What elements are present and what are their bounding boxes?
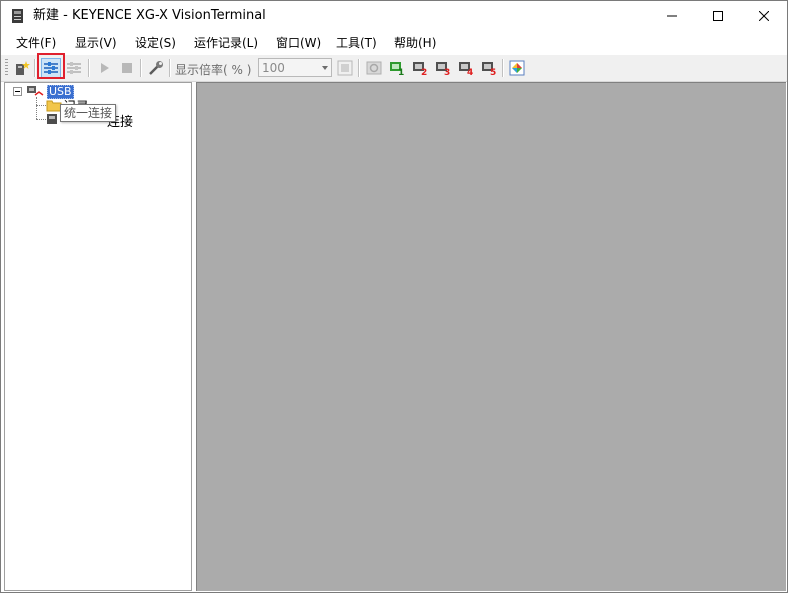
toolbar-separator — [169, 59, 171, 77]
zoom-value: 100 — [262, 61, 285, 75]
menu-tools[interactable]: 工具(T) — [334, 36, 379, 50]
tree-connector — [36, 97, 37, 119]
zoom-label: 显示倍率( % ) — [175, 63, 252, 77]
main-workspace[interactable] — [196, 82, 786, 591]
play-button[interactable] — [94, 58, 114, 78]
svg-text:5: 5 — [490, 68, 496, 76]
tree-expander-collapse[interactable] — [13, 87, 22, 96]
monitor-3-icon: 3 — [436, 62, 450, 76]
maximize-icon — [713, 11, 723, 21]
usb-device-icon — [27, 86, 44, 96]
monitor-1-icon: 1 — [390, 62, 404, 76]
svg-text:3: 3 — [444, 68, 450, 76]
monitor-4-button[interactable]: 4 — [456, 58, 476, 78]
svg-text:2: 2 — [421, 68, 427, 76]
monitor-2-button[interactable]: 2 — [410, 58, 430, 78]
menu-view[interactable]: 显示(V) — [73, 36, 119, 50]
monitor-5-icon: 5 — [482, 62, 496, 76]
svg-text:1: 1 — [398, 68, 404, 76]
highlight-annotation — [37, 53, 65, 79]
title-bar: 新建 - KEYENCE XG-X VisionTerminal — [1, 1, 787, 31]
zoom-select[interactable]: 100 — [258, 58, 332, 77]
refresh-icon — [366, 61, 382, 75]
new-project-icon — [16, 61, 30, 75]
toolbar-separator — [502, 59, 504, 77]
play-icon — [101, 63, 109, 73]
tooltip: 统一连接 — [60, 104, 117, 122]
monitor-4-icon: 4 — [459, 62, 473, 76]
menu-file[interactable]: 文件(F) — [14, 36, 58, 50]
toolbar: 显示倍率( % ) 100 1 2 3 4 5 — [1, 55, 787, 82]
menu-operation-log[interactable]: 运作记录(L) — [192, 36, 260, 50]
unified-disconnect-icon — [67, 62, 81, 74]
color-palette-button[interactable] — [507, 58, 527, 78]
menu-settings[interactable]: 设定(S) — [133, 36, 178, 50]
new-project-button[interactable] — [12, 58, 32, 78]
monitor-2-icon: 2 — [413, 62, 427, 76]
toolbar-separator — [34, 59, 36, 77]
monitor-1-button[interactable]: 1 — [387, 58, 407, 78]
fit-screen-icon — [337, 60, 353, 76]
application-window: 新建 - KEYENCE XG-X VisionTerminal 文件(F) 显… — [0, 0, 788, 593]
stop-button[interactable] — [117, 58, 137, 78]
toolbar-separator — [140, 59, 142, 77]
monitor-3-button[interactable]: 3 — [433, 58, 453, 78]
maximize-button[interactable] — [695, 1, 741, 31]
menu-help[interactable]: 帮助(H) — [392, 36, 438, 50]
monitor-5-button[interactable]: 5 — [479, 58, 499, 78]
tree-connector — [36, 105, 46, 106]
minimize-button[interactable] — [649, 1, 695, 31]
menu-window[interactable]: 窗口(W) — [274, 36, 323, 50]
chevron-down-icon — [322, 66, 328, 70]
minimize-icon — [667, 15, 677, 17]
color-palette-icon — [509, 60, 525, 76]
device-tree-panel: USB 记录 连接 统一连接 — [4, 82, 192, 591]
wrench-icon — [149, 61, 163, 75]
toolbar-separator — [88, 59, 90, 77]
toolbar-separator — [358, 59, 360, 77]
unified-disconnect-button[interactable] — [64, 58, 84, 78]
tree-connector — [36, 119, 46, 120]
svg-text:4: 4 — [467, 68, 473, 76]
fit-screen-button[interactable] — [335, 58, 355, 78]
close-button[interactable] — [741, 1, 787, 31]
tools-wrench-button[interactable] — [146, 58, 166, 78]
window-title: 新建 - KEYENCE XG-X VisionTerminal — [33, 8, 266, 23]
stop-icon — [122, 63, 132, 73]
app-icon — [12, 9, 23, 23]
toolbar-grip[interactable] — [5, 59, 8, 77]
close-icon — [759, 11, 769, 21]
refresh-button[interactable] — [364, 58, 384, 78]
menu-bar: 文件(F) 显示(V) 设定(S) 运作记录(L) 窗口(W) 工具(T) 帮助… — [1, 32, 787, 54]
